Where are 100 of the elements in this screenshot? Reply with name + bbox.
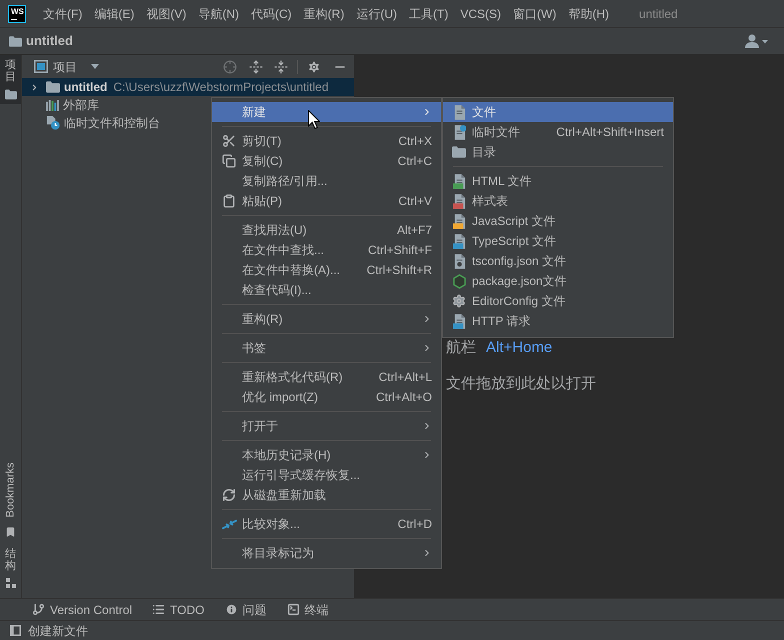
menu-item[interactable]: 比较对象... Ctrl+D <box>212 514 441 534</box>
app-logo: WS <box>8 4 26 22</box>
info-icon <box>224 603 238 616</box>
menu-item[interactable]: 查找用法(U) Alt+F7 <box>212 220 441 240</box>
folder-icon <box>46 81 60 93</box>
file-icon <box>452 104 466 120</box>
menu-item[interactable]: 从磁盘重新加载 <box>212 485 441 505</box>
menu-bar-item[interactable]: 重构(R) <box>298 2 350 24</box>
refresh-icon <box>222 488 236 502</box>
project-path: C:\Users\uzzf\WebstormProjects\untitled <box>113 80 329 94</box>
collapse-all-icon[interactable] <box>274 60 288 74</box>
file-clock-icon <box>46 116 60 130</box>
folder-icon <box>9 36 22 46</box>
menu-item[interactable]: tsconfig.json 文件 <box>443 251 673 271</box>
menu-item[interactable]: 优化 import(Z) Ctrl+Alt+O <box>212 387 441 407</box>
tree-item[interactable]: untitled C:\Users\uzzf\WebstormProjects\untitled <box>22 78 354 96</box>
menu-bar-item[interactable]: 视图(V) <box>140 2 192 24</box>
window-icon[interactable] <box>34 60 48 73</box>
menu-item[interactable]: 将目录标记为 <box>212 543 441 563</box>
tool-window-tab[interactable]: 项目 <box>0 55 21 104</box>
menu-item[interactable]: HTTP 请求 <box>443 311 673 331</box>
shortcut-label: Ctrl+C <box>398 153 432 170</box>
panel-title: 项目 <box>53 58 77 76</box>
scissors-icon <box>222 134 236 148</box>
menu-bar-item[interactable]: 工具(T) <box>403 2 454 24</box>
menu-item[interactable]: 运行引导式缓存恢复... <box>212 465 441 485</box>
config-file-icon <box>452 254 466 268</box>
shortcut-label: Ctrl+X <box>398 133 432 150</box>
tool-window-button[interactable]: Version Control <box>32 600 132 620</box>
menu-item[interactable]: 剪切(T) Ctrl+X <box>212 131 441 151</box>
expand-all-icon[interactable] <box>249 60 263 74</box>
tree-item-label: untitled <box>64 80 108 94</box>
menu-bar-item[interactable]: 运行(U) <box>350 2 404 24</box>
file-type-icon <box>452 314 466 328</box>
menu-bar-item[interactable]: 代码(C) <box>245 2 298 24</box>
menu-item[interactable]: package.json文件 <box>443 271 673 291</box>
settings-icon[interactable] <box>307 60 321 74</box>
shortcut-label: Ctrl+Alt+O <box>376 389 432 406</box>
file-badge-icon <box>452 124 466 140</box>
panel-icon[interactable] <box>10 625 21 636</box>
menu-item[interactable]: 粘贴(P) Ctrl+V <box>212 191 441 211</box>
menu-item[interactable]: EditorConfig 文件 <box>443 291 673 311</box>
menu-item[interactable]: 目录 <box>443 142 673 162</box>
menu-bar-item[interactable]: VCS(S) <box>454 2 508 24</box>
shortcut-label: Alt+F7 <box>396 222 432 239</box>
tool-window-button[interactable]: 问题 <box>224 600 266 620</box>
gear-icon <box>452 294 466 308</box>
list-icon <box>152 603 166 616</box>
structure-icon <box>6 578 16 588</box>
window-title: untitled <box>639 6 678 22</box>
branch-icon <box>32 603 45 616</box>
hint-text: 航栏 <box>446 339 476 357</box>
shortcut-label: Ctrl+V <box>398 193 432 210</box>
menu-item[interactable]: TypeScript 文件 <box>443 231 673 251</box>
menu-bar-item[interactable]: 编辑(E) <box>88 2 140 24</box>
folder-icon <box>452 146 466 158</box>
menu-item[interactable]: 复制路径/引用... <box>212 171 441 191</box>
library-icon <box>46 100 59 110</box>
copy-icon <box>222 154 236 168</box>
shortcut-label: Ctrl+Alt+L <box>378 369 432 386</box>
hexagon-icon <box>452 274 466 288</box>
menu-bar-item[interactable]: 文件(F) <box>37 2 88 24</box>
menu-bar-item[interactable]: 窗口(W) <box>507 2 562 24</box>
menu-item[interactable]: 新建 <box>212 102 441 122</box>
tool-window-tab[interactable]: 结构 <box>0 544 21 592</box>
shortcut-label: Ctrl+Shift+F <box>368 242 432 259</box>
tool-window-tab[interactable]: Bookmarks <box>0 456 21 542</box>
menu-item[interactable]: 文件 <box>443 102 673 122</box>
folder-icon <box>4 89 16 100</box>
menu-bar-item[interactable]: 帮助(H) <box>562 2 616 24</box>
tool-window-button[interactable]: 终端 <box>286 600 328 620</box>
chevron-icon[interactable] <box>30 82 39 92</box>
file-type-icon <box>452 194 466 208</box>
tree-item-label: 外部库 <box>63 98 99 112</box>
status-message: 创建新文件 <box>28 622 88 640</box>
user-dropdown-icon[interactable] <box>745 34 768 48</box>
breadcrumb-item[interactable]: untitled <box>26 31 73 51</box>
hint-text: 文件拖放到此处以打开 <box>446 375 596 393</box>
menu-item[interactable]: 重新格式化代码(R) Ctrl+Alt+L <box>212 367 441 387</box>
menu-item[interactable]: HTML 文件 <box>443 171 673 191</box>
menu-item[interactable]: 书签 <box>212 338 441 358</box>
menu-item[interactable]: 检查代码(I)... <box>212 280 441 300</box>
dropdown-caret-icon[interactable] <box>91 64 99 69</box>
tool-window-button[interactable]: TODO <box>152 600 204 620</box>
menu-item[interactable]: JavaScript 文件 <box>443 211 673 231</box>
menu-item[interactable]: 样式表 <box>443 191 673 211</box>
menu-item[interactable]: 复制(C) Ctrl+C <box>212 151 441 171</box>
tree-item-label: 临时文件和控制台 <box>64 116 160 130</box>
file-type-icon <box>452 174 466 188</box>
menu-item[interactable]: 临时文件 Ctrl+Alt+Shift+Insert <box>443 122 673 142</box>
menu-item[interactable]: 在文件中替换(A)... Ctrl+Shift+R <box>212 260 441 280</box>
clipboard-icon <box>222 194 236 208</box>
shortcut-label: Ctrl+Shift+R <box>366 262 432 279</box>
shortcut-label: Ctrl+D <box>398 516 432 533</box>
menu-item[interactable]: 打开于 <box>212 416 441 436</box>
terminal-icon <box>286 603 300 616</box>
menu-bar-item[interactable]: 导航(N) <box>192 2 245 24</box>
menu-item[interactable]: 在文件中查找... Ctrl+Shift+F <box>212 240 441 260</box>
menu-item[interactable]: 本地历史记录(H) <box>212 445 441 465</box>
menu-item[interactable]: 重构(R) <box>212 309 441 329</box>
